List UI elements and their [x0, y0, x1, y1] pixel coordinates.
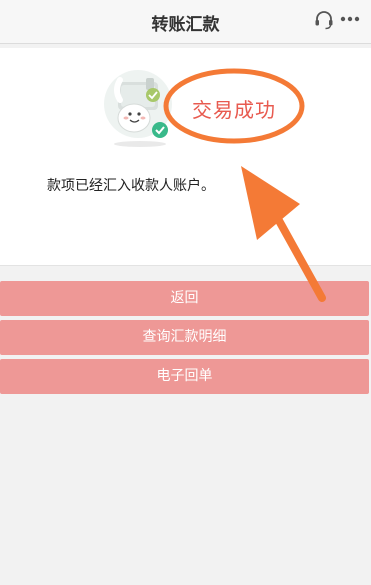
- back-button[interactable]: 返回: [0, 281, 369, 316]
- more-dots-icon[interactable]: [339, 14, 361, 24]
- success-status-text: 交易成功: [192, 98, 276, 122]
- result-card: 交易成功 款项已经汇入收款人账户。: [0, 48, 371, 266]
- headset-icon[interactable]: [313, 9, 335, 31]
- success-mascot-icon: [104, 70, 172, 147]
- e-receipt-button[interactable]: 电子回单: [0, 359, 369, 394]
- transfer-result-page: 转账汇款 交易成功 款项已经汇入收款人账户。 返回 查询汇款明细 电子回单: [0, 0, 371, 585]
- transfer-message: 款项已经汇入收款人账户。: [47, 178, 215, 194]
- query-transfer-details-button[interactable]: 查询汇款明细: [0, 320, 369, 355]
- header-bar: 转账汇款: [0, 0, 371, 44]
